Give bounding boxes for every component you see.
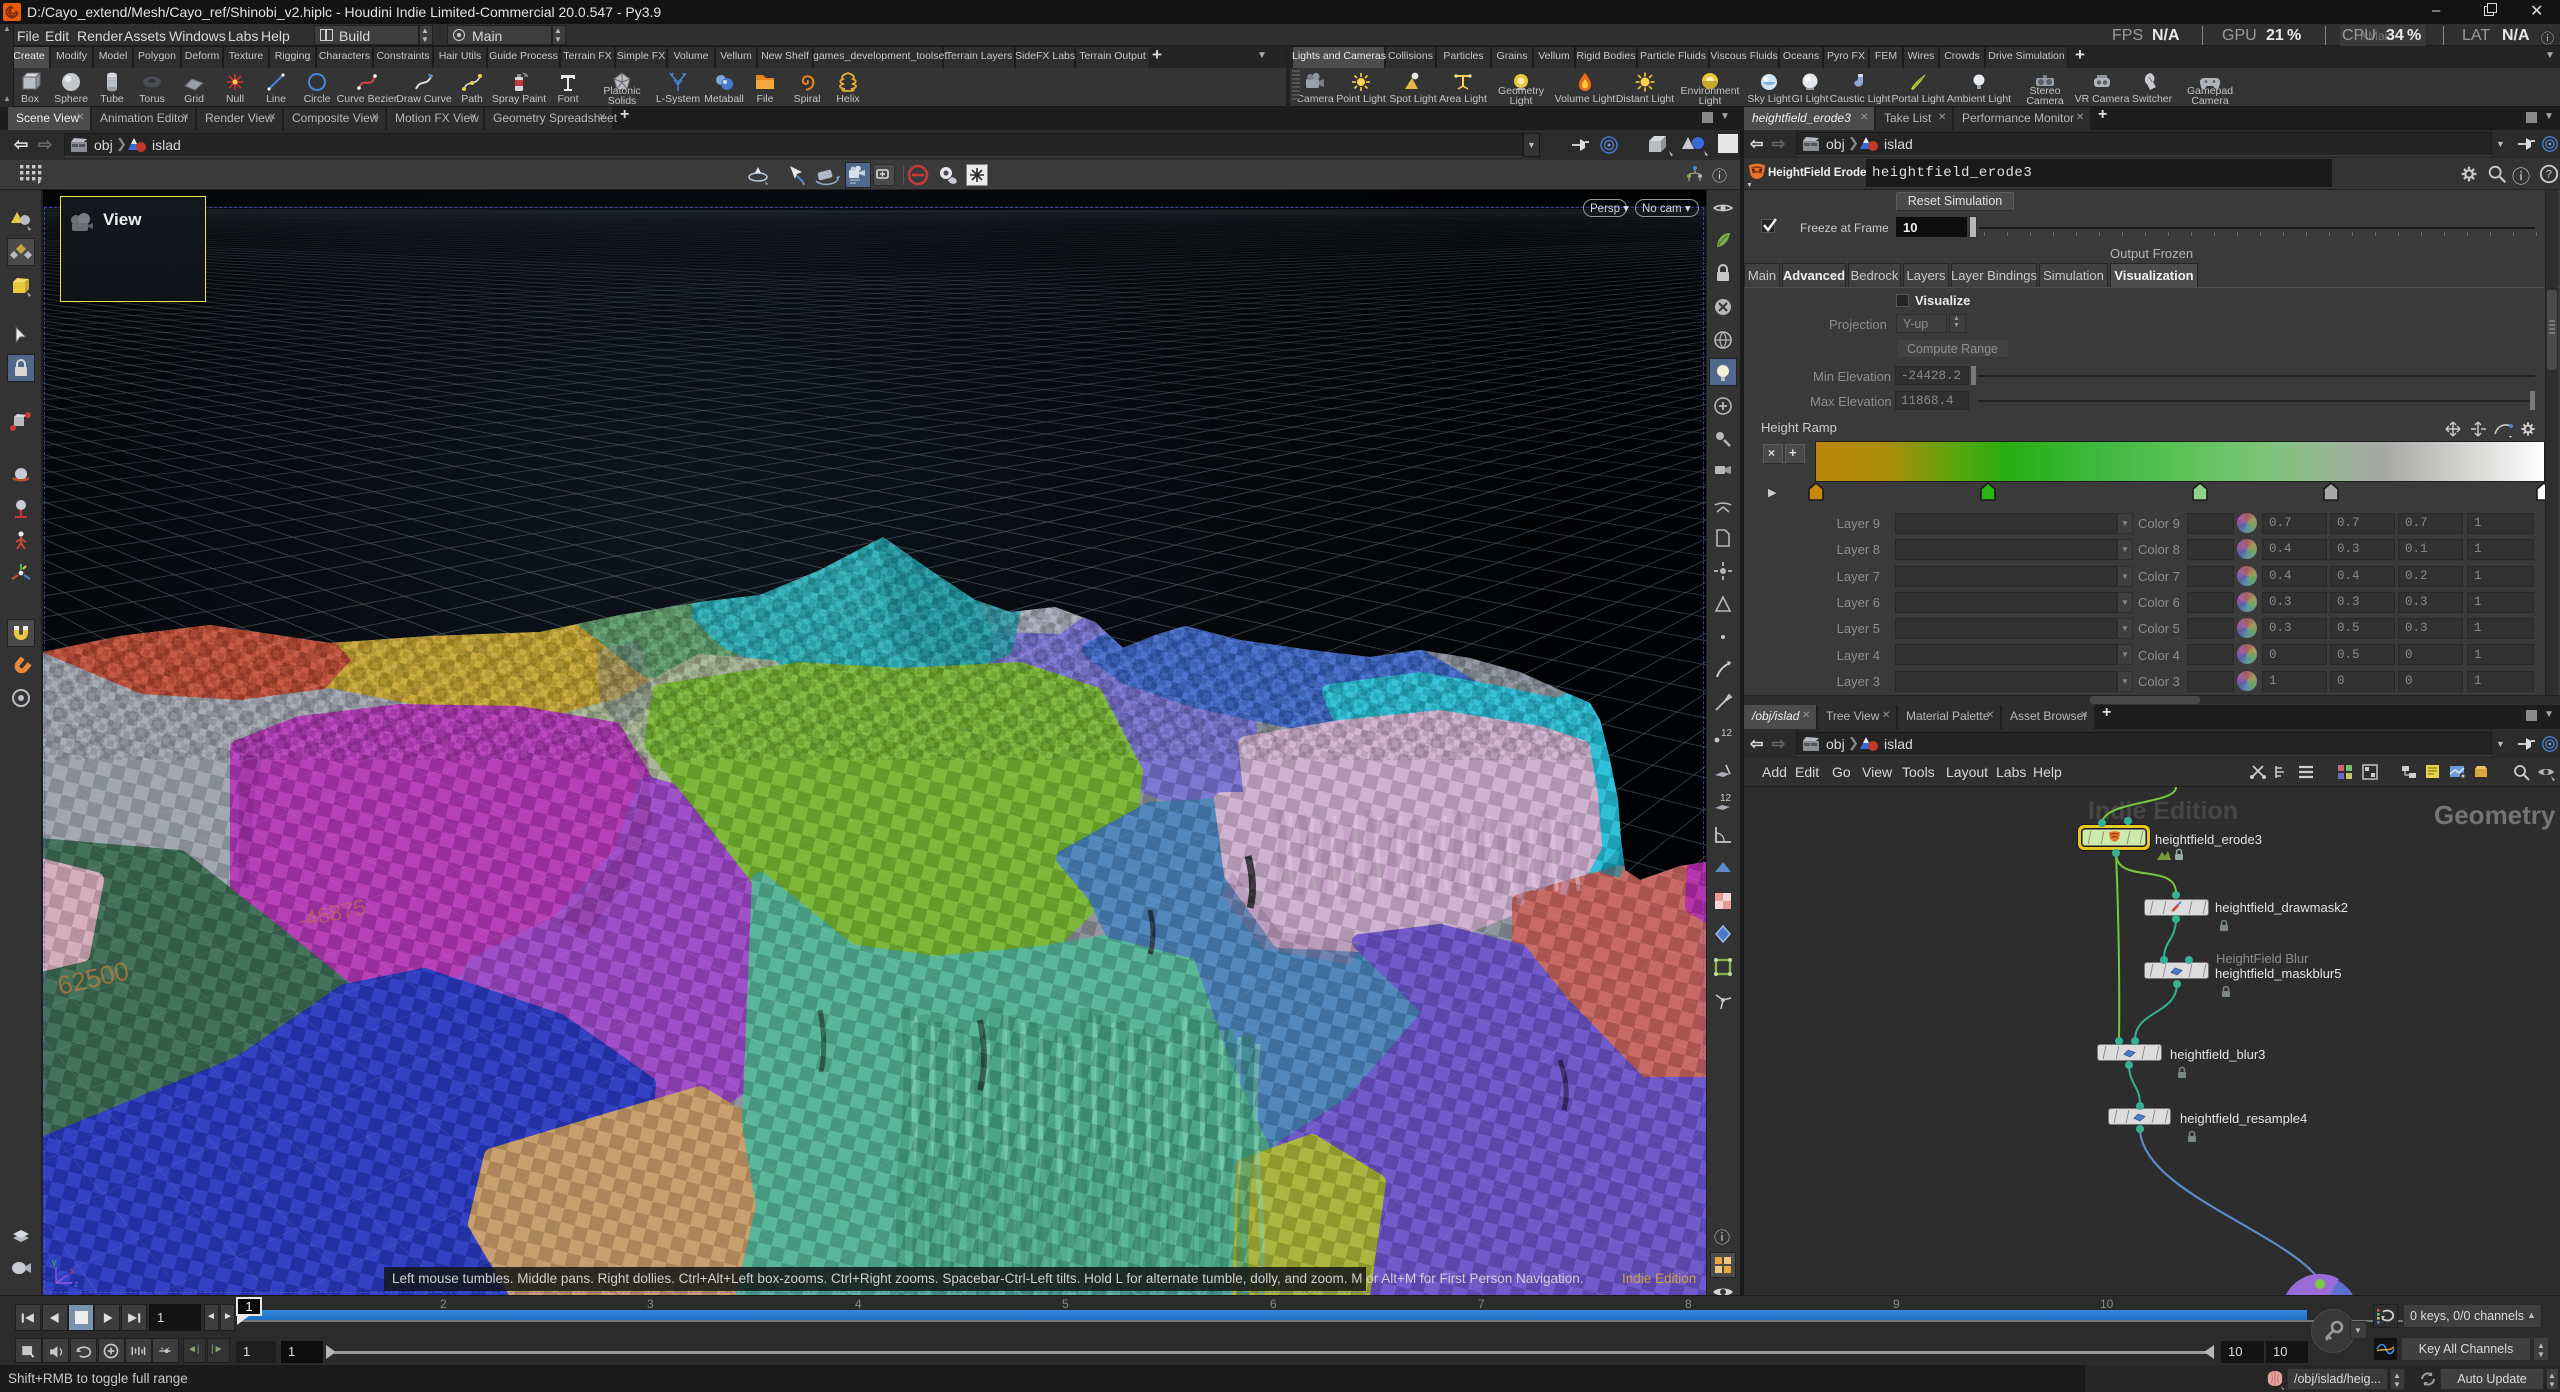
svg-text:x: x: [70, 1266, 75, 1276]
svg-text:y: y: [52, 1257, 57, 1267]
svg-text:?: ?: [2546, 169, 2552, 181]
svg-text:12: 12: [1721, 728, 1733, 739]
svg-text:z: z: [74, 1279, 79, 1289]
svg-text:12: 12: [1720, 793, 1732, 804]
